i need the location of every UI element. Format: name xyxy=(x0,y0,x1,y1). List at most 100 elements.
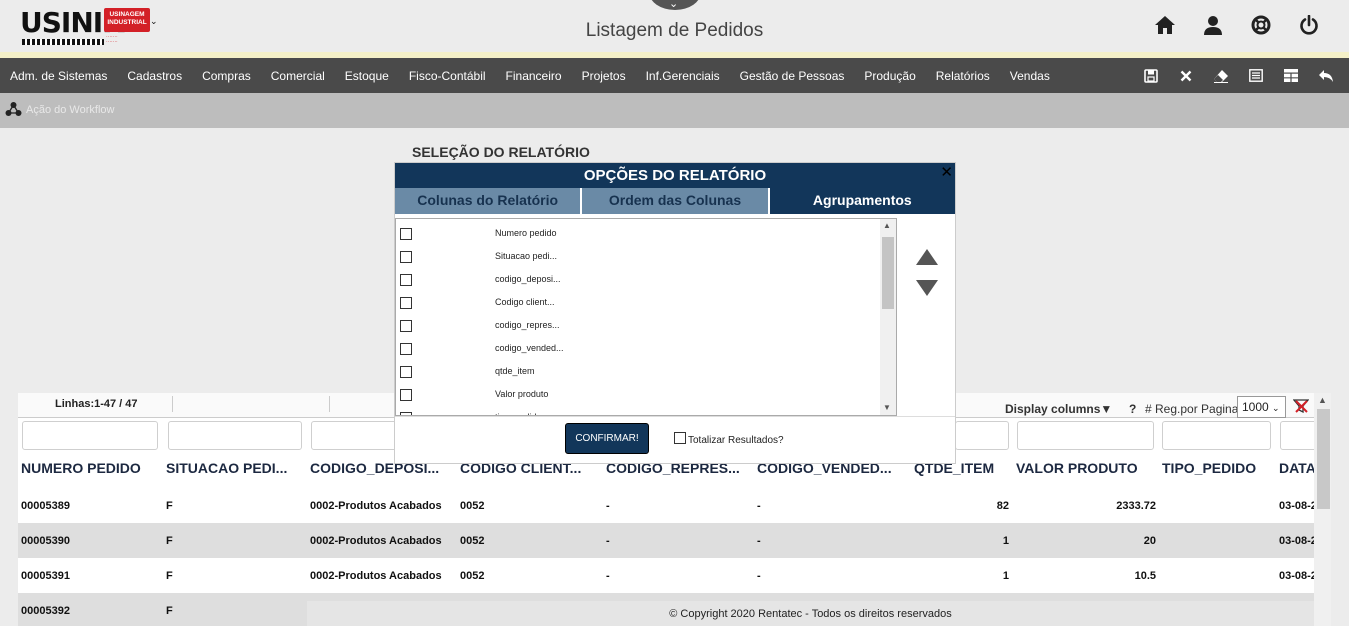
lines-count: Linhas:1-47 / 47 xyxy=(55,398,138,410)
menu-item-financeiro[interactable]: Financeiro xyxy=(496,69,572,83)
cell-valor-produto: 20 xyxy=(1143,535,1156,547)
column-header-data[interactable]: DATA xyxy=(1279,460,1316,476)
list-item[interactable]: tipo_pedido xyxy=(396,406,882,415)
move-up-icon[interactable] xyxy=(915,248,939,271)
checkbox[interactable] xyxy=(400,389,412,401)
cell-data: 03-08-2 xyxy=(1279,535,1317,547)
checkbox[interactable] xyxy=(400,274,412,286)
cell-codigo-deposito: 0002-Produtos Acabados xyxy=(310,570,442,582)
checkbox[interactable] xyxy=(400,228,412,240)
user-icon[interactable] xyxy=(1199,12,1227,38)
cell-data: 03-08-2 xyxy=(1279,500,1317,512)
table-row[interactable]: 00005390 F 0002-Produtos Acabados 0052 -… xyxy=(18,523,1317,558)
list-scrollbar[interactable]: ▲ ▼ xyxy=(880,219,896,415)
table-row[interactable]: 00005391 F 0002-Produtos Acabados 0052 -… xyxy=(18,558,1317,593)
filter-input-qtde-item[interactable] xyxy=(955,421,1009,450)
cell-situacao: F xyxy=(166,570,173,582)
reg-per-page-select[interactable]: 1000 ⌄ xyxy=(1237,396,1286,418)
checkbox[interactable] xyxy=(400,343,412,355)
display-columns-button[interactable]: Display columns▼ xyxy=(1005,402,1112,416)
column-header-numero-pedido[interactable]: NUMERO PEDIDO xyxy=(21,460,141,476)
cell-numero-pedido: 00005391 xyxy=(21,570,70,582)
table-row[interactable]: 00005389 F 0002-Produtos Acabados 0052 -… xyxy=(18,488,1317,523)
cell-situacao: F xyxy=(166,535,173,547)
list-item[interactable]: Valor produto xyxy=(396,383,882,406)
filter-input-codigo-deposito[interactable] xyxy=(311,421,401,450)
cell-codigo-representante: - xyxy=(606,570,610,582)
scroll-up-icon[interactable]: ▲ xyxy=(883,221,891,230)
tab-ordem-colunas[interactable]: Ordem das Colunas xyxy=(582,188,770,214)
reg-per-page-label: # Reg.por Pagina xyxy=(1145,402,1239,416)
list-item[interactable]: Numero pedido xyxy=(396,222,882,245)
checkbox[interactable] xyxy=(400,251,412,263)
undo-icon[interactable] xyxy=(1308,58,1343,93)
checkbox[interactable] xyxy=(400,366,412,378)
help-button[interactable]: ? xyxy=(1129,402,1136,416)
list-item[interactable]: codigo_repres... xyxy=(396,314,882,337)
scroll-thumb[interactable] xyxy=(1317,409,1330,509)
modal-title: OPÇÕES DO RELATÓRIO xyxy=(395,163,955,188)
menu-item-comercial[interactable]: Comercial xyxy=(261,69,335,83)
filter-input-valor-produto[interactable] xyxy=(1017,421,1154,450)
save-icon[interactable] xyxy=(1133,58,1168,93)
workflow-icon[interactable] xyxy=(5,101,22,123)
cell-data: 03-08-2 xyxy=(1279,570,1317,582)
cell-codigo-cliente: 0052 xyxy=(460,500,485,512)
checkbox[interactable] xyxy=(400,297,412,309)
confirm-button[interactable]: CONFIRMAR! xyxy=(565,423,649,454)
move-down-icon[interactable] xyxy=(915,279,939,302)
menu-item-producao[interactable]: Produção xyxy=(854,69,925,83)
list-item[interactable]: codigo_deposi... xyxy=(396,268,882,291)
menu-item-cadastros[interactable]: Cadastros xyxy=(117,69,192,83)
menu-item-inf-gerenciais[interactable]: Inf.Gerenciais xyxy=(636,69,730,83)
cell-codigo-deposito: 0002-Produtos Acabados xyxy=(310,500,442,512)
list-item[interactable]: Situacao pedi... xyxy=(396,245,882,268)
lifebuoy-icon[interactable] xyxy=(1247,12,1275,38)
list-item[interactable]: Codigo client... xyxy=(396,291,882,314)
modal-tabs: Colunas do Relatório Ordem das Colunas A… xyxy=(395,188,955,214)
app-header: USINIK USINAGEM INDUSTRIAL ······· ······… xyxy=(0,0,1349,52)
filter-input-numero-pedido[interactable] xyxy=(22,421,158,450)
workflow-action-link[interactable]: Ação do Workflow xyxy=(26,104,114,116)
menu-item-relatorios[interactable]: Relatórios xyxy=(926,69,1000,83)
chevron-down-icon: ⌄ xyxy=(1272,403,1280,413)
checkbox[interactable] xyxy=(400,320,412,332)
column-header-tipo-pedido[interactable]: TIPO_PEDIDO xyxy=(1162,460,1256,476)
grid-vertical-scrollbar[interactable]: ▲ xyxy=(1314,393,1331,626)
clear-filter-icon[interactable] xyxy=(1292,399,1310,418)
cell-valor-produto: 10.5 xyxy=(1134,570,1156,582)
scroll-up-icon[interactable]: ▲ xyxy=(1318,395,1327,405)
cell-codigo-cliente: 0052 xyxy=(460,535,485,547)
filter-input-tipo-pedido[interactable] xyxy=(1162,421,1271,450)
grid-icon[interactable] xyxy=(1273,58,1308,93)
home-icon[interactable] xyxy=(1151,12,1179,38)
menu-item-adm-sistemas[interactable]: Adm. de Sistemas xyxy=(0,69,117,83)
column-header-valor-produto[interactable]: VALOR PRODUTO xyxy=(1016,460,1138,476)
menu-item-projetos[interactable]: Projetos xyxy=(572,69,636,83)
menu-item-estoque[interactable]: Estoque xyxy=(335,69,399,83)
menu-item-fisco-contabil[interactable]: Fisco-Contábil xyxy=(399,69,496,83)
cell-valor-produto: 2333.72 xyxy=(1116,500,1156,512)
scroll-thumb[interactable] xyxy=(882,237,894,309)
menu-item-vendas[interactable]: Vendas xyxy=(1000,69,1060,83)
filter-input-situacao[interactable] xyxy=(168,421,302,450)
list-icon[interactable] xyxy=(1238,58,1273,93)
list-item[interactable]: qtde_item xyxy=(396,360,882,383)
scroll-down-icon[interactable]: ▼ xyxy=(883,403,891,412)
cell-qtde-item: 82 xyxy=(996,500,1009,512)
menu-item-gestao-pessoas[interactable]: Gestão de Pessoas xyxy=(730,69,855,83)
modal-footer: CONFIRMAR! Totalizar Resultados? xyxy=(395,416,955,463)
menu-item-compras[interactable]: Compras xyxy=(192,69,261,83)
totalize-checkbox[interactable] xyxy=(674,432,686,444)
column-header-situacao[interactable]: SITUACAO PEDI... xyxy=(166,460,287,476)
cell-qtde-item: 1 xyxy=(1002,570,1009,582)
close-icon[interactable] xyxy=(1168,58,1203,93)
collapse-toggle[interactable]: ⌄ xyxy=(649,0,701,10)
tab-colunas-relatorio[interactable]: Colunas do Relatório xyxy=(395,188,583,214)
cell-codigo-deposito: 0002-Produtos Acabados xyxy=(310,535,442,547)
list-item[interactable]: codigo_vended... xyxy=(396,337,882,360)
close-icon[interactable]: ✕ xyxy=(940,163,953,181)
power-icon[interactable] xyxy=(1295,12,1323,38)
tab-agrupamentos[interactable]: Agrupamentos xyxy=(769,188,955,214)
eraser-icon[interactable] xyxy=(1203,58,1238,93)
